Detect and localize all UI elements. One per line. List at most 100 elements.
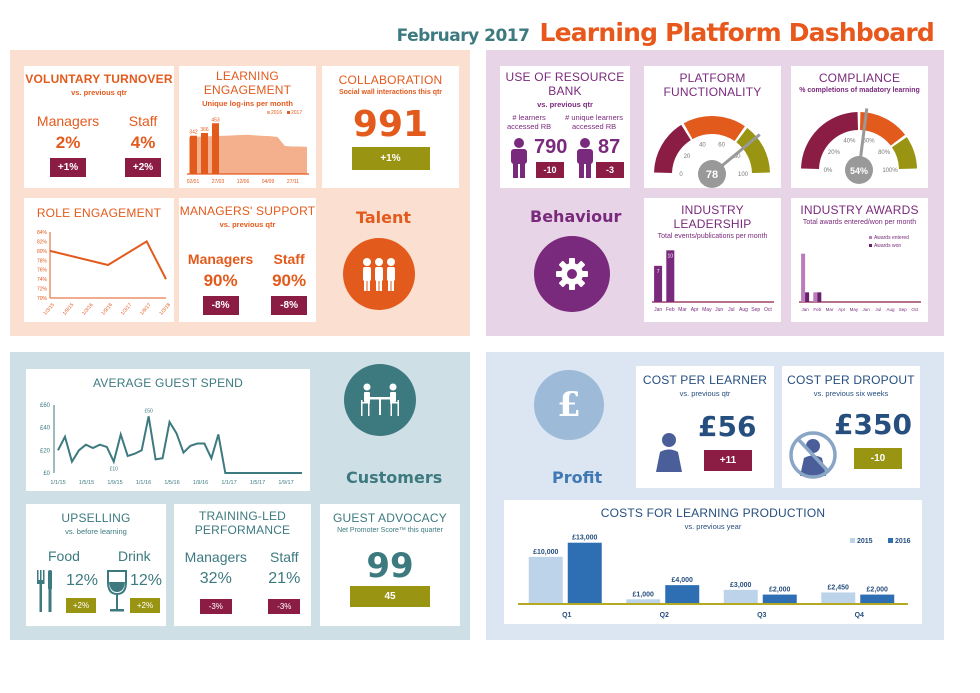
change-badge: +1% [50, 158, 87, 177]
metric-label: Staff [128, 113, 158, 129]
legend-label: Awards won [874, 243, 901, 249]
y-tick-label: 76% [37, 268, 48, 274]
upselling-card: UPSELLING vs. before learning Food Drink… [26, 504, 166, 626]
legend-label: Awards entered [874, 235, 909, 241]
change-badge: +2% [125, 158, 162, 177]
change-badge: -3% [199, 599, 232, 614]
card-title: PLATFORM [679, 71, 746, 85]
managers-support-card: MANAGERS' SUPPORT vs. previous qtr Manag… [179, 198, 316, 322]
metric-label: Staff [273, 251, 305, 267]
y-tick-label: 78% [37, 258, 48, 264]
nps-value: 99 [366, 546, 414, 586]
staff-metric: Staff 4% +2% [125, 113, 162, 177]
x-tick-label: Feb [813, 307, 821, 312]
wine-glass-icon [107, 570, 127, 612]
people-icon [343, 238, 415, 310]
change-badge: +2% [130, 598, 160, 613]
x-tick-label: 1/3/16 [81, 302, 95, 317]
card-subtitle: Net Promoter Score™ this quarter [337, 527, 443, 534]
card-subtitle: Unique log-ins per month [202, 99, 293, 108]
x-tick-label: 1/9/16 [100, 302, 114, 317]
y-tick-label: 74% [37, 277, 48, 283]
legend-label: 2016 [271, 110, 282, 116]
x-tick-label: Apr [838, 307, 846, 312]
gauge-value: 54% [850, 166, 868, 176]
card-title: INDUSTRY LEADERSHIP [673, 203, 752, 231]
y-tick-label: £20 [40, 448, 51, 454]
card-subtitle: vs. previous qtr [679, 389, 731, 398]
data-label: 10 [668, 253, 674, 259]
voluntary-turnover-card: VOLUNTARY TURNOVER vs. previous qtr Mana… [24, 66, 174, 188]
person-icon [511, 138, 527, 178]
role-engagement-card: ROLE ENGAGEMENT 70% 72% 74% 76% 78% 80% 82% 84%… [24, 198, 174, 322]
card-subtitle: Social wall interactions this qtr [338, 89, 443, 96]
role-engagement-chart: 70% 72% 74% 76% 78% 80% 82% 84% 1/3/15 1/9/15 1/3/… [37, 230, 172, 317]
data-label: 342 [189, 130, 198, 136]
bar-2017 [190, 135, 197, 174]
talent-section: VOLUNTARY TURNOVER vs. previous qtr Mana… [10, 50, 470, 336]
x-tick-label: Aug [739, 307, 748, 313]
gauge-tick-label: 20 [684, 154, 691, 160]
data-label: £1,000 [633, 591, 655, 598]
metric-value: 90% [203, 271, 238, 290]
x-tick-label: Jun [862, 307, 870, 312]
change-badge: -10 [536, 162, 564, 178]
bar-won [817, 292, 822, 302]
industry-leadership-card: INDUSTRY LEADERSHIP Total events/publica… [644, 198, 781, 322]
industry-awards-chart: Jan Feb Mar Apr May Jun Jul Aug Sep Oct Awards ent… [799, 235, 921, 312]
dashboard-header: February 2017 Learning Platform Dashboar… [397, 18, 935, 47]
gauge-tick-label: 60 [718, 143, 725, 149]
data-label: £10,000 [533, 549, 558, 556]
meeting-table-icon [344, 364, 416, 436]
metric-label: Managers [187, 251, 254, 267]
metric-label: Managers [184, 549, 247, 565]
x-tick-label: Jun [715, 307, 723, 313]
change-badge: +11 [704, 450, 752, 471]
industry-awards-card: INDUSTRY AWARDS Total awards entered/won… [791, 198, 928, 322]
customers-section: AVERAGE GUEST SPEND £0 £20 £40 £60 1/1/15 1/5… [10, 352, 470, 640]
compliance-card: COMPLIANCE % completions of madatory lea… [791, 66, 928, 188]
x-tick-label: 1/1/16 [136, 480, 151, 486]
y-tick-label: 80% [37, 249, 48, 255]
x-tick-label: 27/03 [212, 179, 225, 185]
metric-value: 790 [534, 136, 568, 158]
bar-entered [813, 292, 818, 302]
gear-icon [534, 236, 610, 312]
card-title: VOLUNTARY TURNOVER [25, 72, 173, 86]
metric-value: £350 [834, 408, 912, 441]
page-title: Learning Platform Dashboard [539, 18, 934, 47]
bar-2016 [567, 542, 602, 604]
x-tick-label: 1/9/15 [62, 302, 76, 317]
metric-label: Food [48, 548, 80, 564]
metric-value: 4% [130, 133, 156, 152]
bar-won [805, 292, 810, 302]
data-label: £2,450 [828, 584, 850, 591]
x-tick-label: Oct [764, 307, 772, 313]
x-tick-label: Q2 [660, 612, 669, 619]
collaboration-value: 991 [352, 104, 429, 145]
platform-functionality-gauge: 02040 608010078 [654, 116, 770, 188]
x-tick-label: Mar [678, 307, 687, 313]
metric-value: 90% [272, 271, 307, 290]
x-tick-label: 27/11 [287, 179, 299, 185]
data-label: £3,000 [730, 582, 752, 589]
card-title: UPSELLING [61, 511, 131, 525]
bar-2017 [201, 133, 208, 174]
section-label: Profit [552, 468, 603, 487]
fork-knife-icon [37, 570, 52, 612]
legend-label: 2015 [857, 538, 873, 545]
x-tick-label: 02/01 [187, 179, 200, 185]
cost-per-dropout-card: COST PER DROPOUT vs. previous six weeks … [782, 366, 920, 488]
change-badge: +2% [66, 598, 96, 613]
cost-per-learner-card: COST PER LEARNER vs. previous qtr £56 +1… [636, 366, 774, 488]
gauge-tick-label: 40 [699, 143, 706, 149]
metric-label: accessed RB [571, 122, 617, 131]
data-label: 7 [657, 269, 660, 275]
change-badge: -8% [271, 296, 308, 315]
staff-metric: Staff 21% -3% [268, 549, 300, 614]
gauge-tick-label: 100% [882, 168, 898, 174]
data-annotation: £10 [110, 467, 119, 473]
x-tick-label: 1/9/15 [107, 480, 122, 486]
card-title: ROLE ENGAGEMENT [36, 206, 162, 220]
metric-label: accessed RB [506, 122, 552, 131]
